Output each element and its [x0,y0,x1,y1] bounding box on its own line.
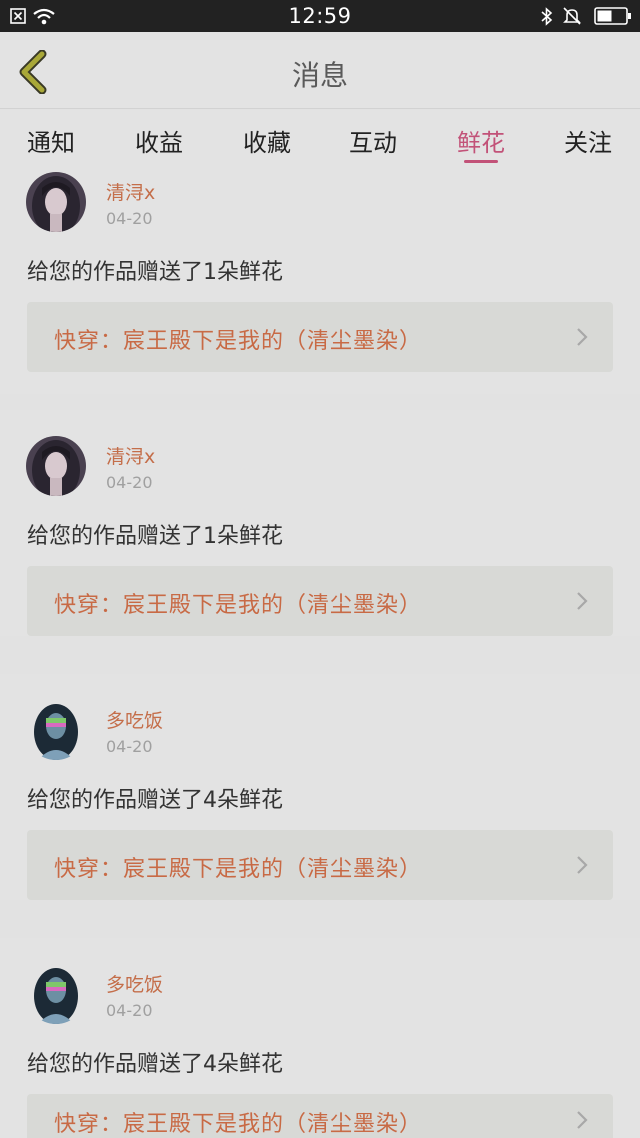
username[interactable]: 多吃饭 [106,970,163,997]
work-link[interactable]: 快穿：宸王殿下是我的（清尘墨染） [27,566,613,636]
page-title: 消息 [291,59,348,92]
work-title: 快穿：宸王殿下是我的（清尘墨染） [54,329,423,354]
message-text: 给您的作品赠送了4朵鲜花 [27,788,283,813]
user-avatar[interactable] [26,172,86,232]
tab-bar: 通知 收益 收藏 互动 鲜花 关注 [0,110,640,168]
user-avatar[interactable] [26,436,86,496]
message-item: 多吃饭 04-20 给您的作品赠送了4朵鲜花 快穿：宸王殿下是我的（清尘墨染） [0,938,640,1138]
username[interactable]: 清浔x [106,442,155,469]
chevron-right-icon [577,1111,588,1129]
message-date: 04-20 [106,1001,153,1020]
user-avatar[interactable] [26,700,86,760]
nav-bar: 消息 [0,32,640,109]
message-date: 04-20 [106,209,153,228]
tab-flowers[interactable]: 鲜花 [441,123,521,158]
message-date: 04-20 [106,473,153,492]
message-text: 给您的作品赠送了1朵鲜花 [27,524,283,549]
mute-icon [563,7,581,25]
work-link[interactable]: 快穿：宸王殿下是我的（清尘墨染） [27,302,613,372]
message-item: 多吃饭 04-20 给您的作品赠送了4朵鲜花 快穿：宸王殿下是我的（清尘墨染） [0,674,640,900]
battery-icon [594,7,631,25]
chevron-right-icon [577,592,588,610]
work-title: 快穿：宸王殿下是我的（清尘墨染） [54,857,423,882]
status-bar: 12:59 [0,0,640,32]
tab-favorites[interactable]: 收藏 [227,123,307,158]
work-link[interactable]: 快穿：宸王殿下是我的（清尘墨染） [27,1094,613,1138]
user-avatar[interactable] [26,964,86,1024]
message-item: 清浔x 04-20 给您的作品赠送了1朵鲜花 快穿：宸王殿下是我的（清尘墨染） [0,410,640,636]
message-item: 清浔x 04-20 给您的作品赠送了1朵鲜花 快穿：宸王殿下是我的（清尘墨染） [0,168,640,394]
bluetooth-icon [541,7,553,26]
message-date: 04-20 [106,737,153,756]
girl-avatar-icon [26,172,86,232]
message-text: 给您的作品赠送了1朵鲜花 [27,260,283,285]
girl-avatar-icon [26,436,86,496]
boy-avatar-icon [26,964,86,1024]
username[interactable]: 多吃饭 [106,706,163,733]
username[interactable]: 清浔x [106,178,155,205]
chevron-right-icon [577,328,588,346]
work-title: 快穿：宸王殿下是我的（清尘墨染） [54,593,423,618]
tab-notifications[interactable]: 通知 [11,123,91,158]
chevron-right-icon [577,856,588,874]
active-tab-indicator [464,160,498,163]
tab-interactions[interactable]: 互动 [333,123,413,158]
tab-following[interactable]: 关注 [548,123,628,158]
work-title: 快穿：宸王殿下是我的（清尘墨染） [54,1112,423,1137]
message-text: 给您的作品赠送了4朵鲜花 [27,1052,283,1077]
tab-earnings[interactable]: 收益 [119,123,199,158]
boy-avatar-icon [26,700,86,760]
work-link[interactable]: 快穿：宸王殿下是我的（清尘墨染） [27,830,613,900]
